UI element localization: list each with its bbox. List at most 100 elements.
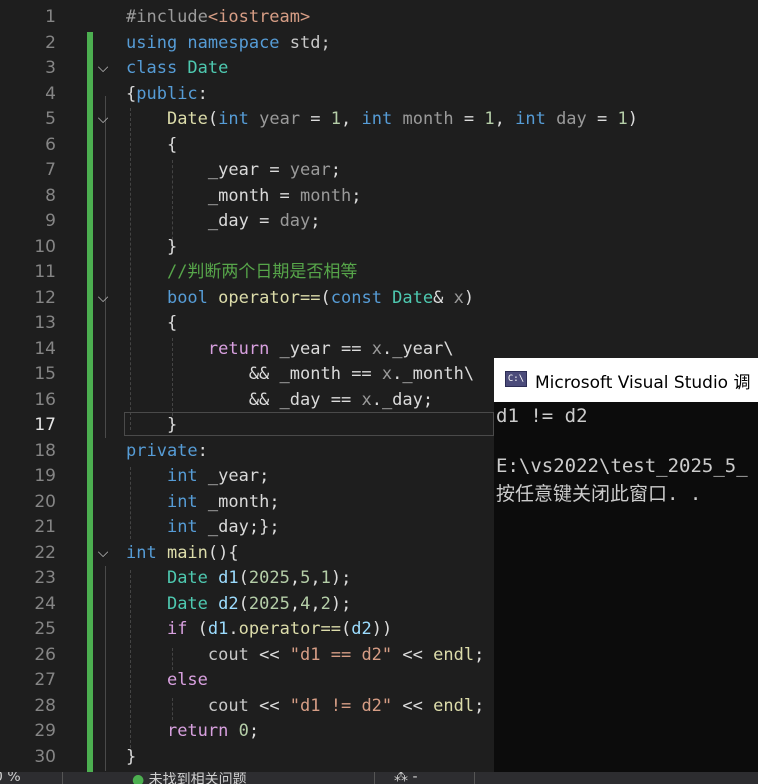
code-text: return _year == x._year\ — [126, 337, 454, 363]
code-token: _month — [402, 364, 464, 384]
code-text: {public: — [126, 82, 208, 108]
line-number: 26 — [34, 644, 56, 665]
code-token: <iostream> — [207, 7, 311, 27]
code-token: ) — [627, 109, 638, 129]
code-token: operator== — [238, 619, 342, 639]
code-token: 2025 — [248, 568, 290, 588]
code-token: , — [310, 593, 321, 614]
code-token: main — [166, 542, 208, 563]
code-token: endl — [433, 695, 475, 716]
line-number: 2 — [45, 32, 56, 53]
code-token: else — [166, 670, 208, 690]
code-line[interactable]: 1 #include<iostream> — [0, 5, 758, 31]
code-token: , — [310, 568, 321, 588]
line-number: 10 — [34, 236, 56, 257]
line-number: 25 — [34, 619, 56, 639]
line-number: 6 — [45, 134, 56, 155]
code-token: = — [300, 109, 331, 129]
zoom-level[interactable]: 0 % — [0, 772, 21, 784]
status-separator — [62, 772, 63, 784]
code-line[interactable]: 3 ⌵ class Date — [0, 56, 758, 82]
code-token: _month — [207, 185, 270, 206]
code-text: } — [126, 235, 177, 261]
code-line[interactable]: 11 //判断两个日期是否相等 — [0, 260, 758, 286]
code-token: class — [126, 58, 188, 78]
code-token: "d1 == d2" — [289, 644, 393, 665]
code-token: } — [126, 236, 178, 257]
code-text: cout << "d1 == d2" << endl; — [126, 643, 484, 669]
code-token: namespace — [187, 32, 290, 53]
code-line[interactable]: 9 _day = day; — [0, 209, 758, 235]
code-token: )) — [371, 619, 393, 639]
console-output-line: d1 != d2 — [496, 405, 588, 427]
code-token: private — [126, 440, 198, 461]
code-token: cout — [207, 644, 249, 665]
code-token: x — [453, 287, 464, 308]
code-text: { — [126, 311, 177, 337]
code-text: _month = month; — [126, 184, 362, 210]
code-token: ; — [474, 644, 485, 665]
line-number: 20 — [34, 491, 56, 512]
code-line[interactable]: 8 _month = month; — [0, 184, 758, 210]
code-token: _year — [207, 466, 260, 486]
console-titlebar[interactable]: C:\ Microsoft Visual Studio 调 — [494, 358, 758, 402]
fold-chevron-icon[interactable]: ⌵ — [96, 107, 110, 133]
code-token: ( — [320, 287, 331, 308]
code-text: #include<iostream> — [126, 5, 310, 31]
code-text: private: — [126, 439, 208, 465]
code-token: public — [136, 83, 198, 104]
code-token: = — [269, 185, 301, 206]
line-number: 30 — [34, 746, 56, 767]
code-token: int — [166, 491, 208, 512]
code-line[interactable]: 7 _year = year; — [0, 158, 758, 184]
code-token: int — [166, 517, 208, 537]
code-token: == — [340, 364, 382, 384]
code-token: int — [126, 542, 167, 563]
code-text: int _month; — [126, 490, 280, 516]
code-token: #include — [126, 7, 208, 27]
code-text: _day = day; — [126, 209, 321, 235]
fold-chevron-icon[interactable]: ⌵ — [96, 56, 110, 82]
line-number: 11 — [34, 262, 56, 282]
code-line[interactable]: 12 ⌵ bool operator==(const Date& x) — [0, 286, 758, 312]
code-token: bool — [166, 287, 219, 308]
code-text: if (d1.operator==(d2)) — [126, 617, 392, 643]
code-token: int — [361, 109, 403, 129]
code-line[interactable]: 4 {public: — [0, 82, 758, 108]
fold-chevron-icon[interactable]: ⌵ — [96, 286, 110, 312]
code-text: Date d2(2025,4,2); — [126, 592, 351, 618]
line-number: 1 — [45, 7, 56, 27]
code-line[interactable]: 2 using namespace std; — [0, 31, 758, 57]
code-line[interactable]: 5 ⌵ Date(int year = 1, int month = 1, int… — [0, 107, 758, 133]
code-token: } — [126, 415, 178, 435]
code-line[interactable]: 6 { — [0, 133, 758, 159]
code-token: int — [218, 109, 260, 129]
code-token: . — [371, 389, 382, 410]
code-text: Date d1(2025,5,1); — [126, 566, 351, 592]
code-token: { — [126, 83, 137, 104]
console-app-icon: C:\ — [505, 371, 527, 387]
code-line[interactable]: 10 } — [0, 235, 758, 261]
fold-chevron-icon[interactable]: ⌵ — [96, 541, 110, 567]
line-number: 7 — [45, 160, 56, 180]
line-number: 29 — [34, 721, 56, 741]
line-number: 3 — [45, 58, 56, 78]
line-number: 17 — [34, 415, 56, 435]
intellicode-indicator[interactable]: ⁂ - — [394, 772, 418, 784]
code-token: _day — [381, 389, 423, 410]
code-text: else — [126, 668, 208, 694]
code-text: return 0; — [126, 719, 259, 745]
console-window[interactable]: C:\ Microsoft Visual Studio 调 d1 != d2 E… — [494, 358, 758, 772]
code-token: { — [126, 313, 178, 333]
code-line[interactable]: 13 { — [0, 311, 758, 337]
issues-indicator[interactable]: ● 未找到相关问题 — [132, 772, 247, 784]
code-token: _year — [392, 338, 444, 359]
